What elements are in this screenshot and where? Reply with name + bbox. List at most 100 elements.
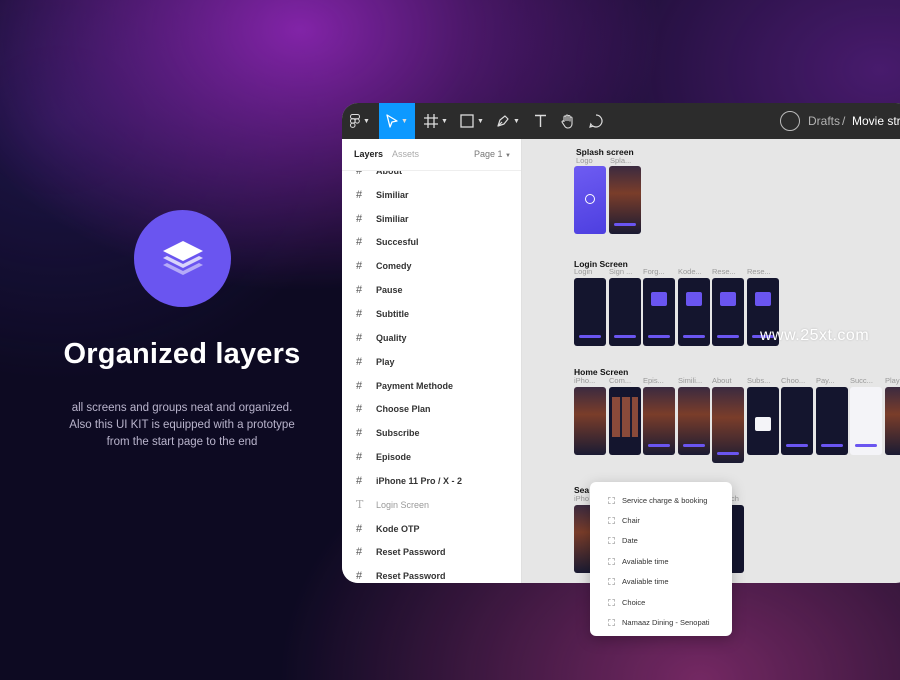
frame-label: Epis... bbox=[643, 376, 664, 385]
frame-label: Subs... bbox=[747, 376, 771, 385]
layer-item-label: Kode OTP bbox=[376, 523, 420, 534]
page-selector[interactable]: Page 1 ▼ bbox=[474, 149, 511, 159]
frame-thumbnail[interactable] bbox=[816, 387, 848, 455]
frame-thumbnail[interactable] bbox=[781, 387, 813, 455]
popup-layer-item[interactable]: Choice bbox=[590, 592, 732, 612]
layer-item[interactable]: # Reset Password bbox=[342, 541, 521, 565]
frame-layer-icon: # bbox=[356, 284, 363, 297]
tab-layers[interactable]: Layers bbox=[354, 149, 383, 159]
frame-thumbnail[interactable] bbox=[643, 278, 675, 346]
frame-tool-icon bbox=[424, 114, 439, 128]
figma-menu-button[interactable]: ▼ bbox=[342, 103, 378, 139]
popup-layer-item[interactable]: Avaliable time bbox=[590, 551, 732, 571]
chevron-down-icon: ▼ bbox=[363, 117, 370, 125]
layer-item[interactable]: # Kode OTP bbox=[342, 517, 521, 541]
layer-item[interactable]: # Succesful bbox=[342, 231, 521, 255]
popup-layer-item[interactable]: Date bbox=[590, 531, 732, 551]
shape-tool-icon bbox=[460, 114, 474, 128]
popup-layer-item[interactable]: Namaaz Dining - Senopati bbox=[590, 612, 732, 632]
popup-layer-item[interactable]: Chair bbox=[590, 510, 732, 530]
frame-label: Forg... bbox=[643, 267, 665, 276]
frame-label: Logo bbox=[576, 156, 593, 165]
layer-item-label: iPhone 11 Pro / X - 2 bbox=[376, 475, 463, 486]
frame-layer-icon: # bbox=[356, 474, 363, 487]
comment-tool-icon bbox=[589, 114, 603, 128]
breadcrumb-drafts[interactable]: Drafts bbox=[808, 114, 840, 128]
frame-thumbnail[interactable] bbox=[574, 166, 606, 234]
layer-item[interactable]: # Choose Plan bbox=[342, 397, 521, 421]
frame-thumbnail[interactable] bbox=[609, 166, 641, 234]
frame-thumbnail[interactable] bbox=[747, 387, 779, 455]
popup-layer-label: Avaliable time bbox=[622, 556, 669, 566]
frame-thumbnail[interactable] bbox=[574, 278, 606, 346]
frame-thumbnail[interactable] bbox=[850, 387, 882, 455]
layer-item[interactable]: T Login Screen bbox=[342, 493, 521, 517]
page-selector-label: Page 1 bbox=[474, 149, 503, 159]
watermark: www.25xt.com bbox=[760, 327, 870, 344]
frame-thumbnail[interactable] bbox=[885, 387, 900, 455]
layer-item[interactable]: # Episode bbox=[342, 445, 521, 469]
tab-assets[interactable]: Assets bbox=[392, 149, 419, 159]
frame-layer-icon: # bbox=[356, 522, 363, 535]
frame-thumbnail[interactable] bbox=[678, 387, 710, 455]
popup-layer-item[interactable]: Service charge & booking bbox=[590, 490, 732, 510]
frame-label: Succ... bbox=[850, 376, 873, 385]
layer-item-label: Subtitle bbox=[376, 308, 409, 319]
popup-layer-label: Date bbox=[622, 536, 638, 546]
layer-item[interactable]: # Comedy bbox=[342, 254, 521, 278]
frame-layer-icon: # bbox=[356, 236, 363, 249]
frame-layer-icon: # bbox=[356, 355, 363, 368]
text-layer-icon: T bbox=[356, 498, 364, 512]
layer-item[interactable]: # Similiar bbox=[342, 183, 521, 207]
frame-layer-icon: # bbox=[356, 307, 363, 320]
chevron-down-icon: ▼ bbox=[477, 117, 484, 125]
frame-thumbnail[interactable] bbox=[678, 278, 710, 346]
frame-label: Sign ... bbox=[609, 267, 633, 276]
frame-thumbnail[interactable] bbox=[643, 387, 675, 455]
shape-tool-button[interactable]: ▼ bbox=[454, 103, 490, 139]
frame-label: Simili... bbox=[678, 376, 703, 385]
layers-panel: #About#Similiar#Similiar#Succesful#Comed… bbox=[342, 139, 522, 583]
frame-thumbnail[interactable] bbox=[574, 387, 606, 455]
frame-thumbnail[interactable] bbox=[712, 387, 744, 463]
comment-tool-button[interactable] bbox=[582, 103, 610, 139]
popup-layer-label: Namaaz Dining - Senopati bbox=[622, 618, 710, 628]
layer-item[interactable]: # Reset Password bbox=[342, 564, 521, 583]
layer-item[interactable]: # Subtitle bbox=[342, 302, 521, 326]
frame-layer-icon: # bbox=[356, 451, 363, 464]
promo-description-line: from the start page to the end bbox=[106, 436, 258, 448]
layers-icon bbox=[162, 240, 203, 275]
chevron-down-icon: ▼ bbox=[505, 153, 511, 159]
layer-item-label: Login Screen bbox=[376, 499, 430, 510]
layer-item-label: Episode bbox=[376, 452, 412, 463]
text-tool-icon bbox=[534, 114, 546, 127]
popup-layer-item[interactable]: Avaliable time bbox=[590, 572, 732, 592]
frame-thumbnail[interactable] bbox=[609, 387, 641, 455]
layer-item[interactable]: # Play bbox=[342, 350, 521, 374]
frame-layer-icon: # bbox=[356, 331, 363, 344]
frame-thumbnail[interactable] bbox=[609, 278, 641, 346]
move-tool-button[interactable]: ▼ bbox=[379, 103, 415, 139]
frame-tool-button[interactable]: ▼ bbox=[418, 103, 454, 139]
pen-tool-button[interactable]: ▼ bbox=[490, 103, 526, 139]
hand-tool-button[interactable] bbox=[554, 103, 582, 139]
layer-item[interactable]: # Pause bbox=[342, 278, 521, 302]
layer-item-label: Comedy bbox=[376, 261, 412, 272]
layer-item[interactable]: # iPhone 11 Pro / X - 2 bbox=[342, 469, 521, 493]
layer-item[interactable]: # Quality bbox=[342, 326, 521, 350]
group-layer-icon bbox=[608, 537, 615, 545]
layer-item[interactable]: # Similiar bbox=[342, 207, 521, 231]
layer-item[interactable]: # Payment Methode bbox=[342, 374, 521, 398]
frame-thumbnail[interactable] bbox=[712, 278, 744, 346]
layer-item-label: Payment Methode bbox=[376, 380, 454, 391]
text-tool-button[interactable] bbox=[526, 103, 554, 139]
layer-item-label: Reset Password bbox=[376, 571, 446, 582]
group-layer-icon bbox=[608, 619, 615, 627]
layer-item-label: Subscribe bbox=[376, 428, 420, 439]
file-name[interactable]: Movie stre bbox=[852, 114, 900, 128]
avatar[interactable] bbox=[780, 111, 800, 131]
frame-label: Kode... bbox=[678, 267, 702, 276]
layer-item[interactable]: # Subscribe bbox=[342, 421, 521, 445]
group-layer-icon bbox=[608, 578, 615, 586]
frame-layer-icon: # bbox=[356, 260, 363, 273]
